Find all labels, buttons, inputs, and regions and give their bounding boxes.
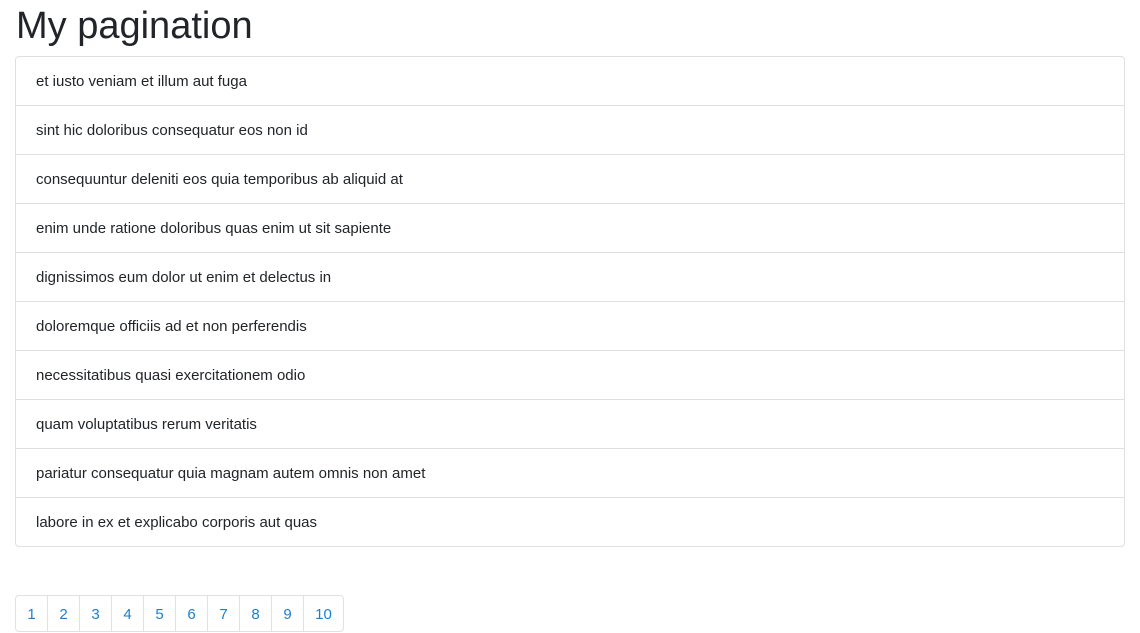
- page-title: My pagination: [16, 5, 253, 47]
- list-item: enim unde ratione doloribus quas enim ut…: [16, 203, 1124, 252]
- list-item: consequuntur deleniti eos quia temporibu…: [16, 154, 1124, 203]
- list-item: quam voluptatibus rerum veritatis: [16, 399, 1124, 448]
- page-link-4[interactable]: 4: [111, 595, 144, 632]
- page-link-1[interactable]: 1: [15, 595, 48, 632]
- page-item: 5: [143, 595, 176, 632]
- page-item: 3: [79, 595, 112, 632]
- page-item: 7: [207, 595, 240, 632]
- list-item: pariatur consequatur quia magnam autem o…: [16, 448, 1124, 497]
- page-link-5[interactable]: 5: [143, 595, 176, 632]
- list-item: et iusto veniam et illum aut fuga: [36, 73, 247, 90]
- page-item: 2: [47, 595, 80, 632]
- list-item: sint hic doloribus consequatur eos non i…: [16, 105, 1124, 154]
- page-link-7[interactable]: 7: [207, 595, 240, 632]
- page-link-8[interactable]: 8: [239, 595, 272, 632]
- page-item: 6: [175, 595, 208, 632]
- page-link-6[interactable]: 6: [175, 595, 208, 632]
- page-link-2[interactable]: 2: [47, 595, 80, 632]
- page-item: 10: [303, 595, 344, 632]
- post-list: et iusto veniam et illum aut fuga sint h…: [15, 56, 1125, 547]
- page-link-3[interactable]: 3: [79, 595, 112, 632]
- page-link-9[interactable]: 9: [271, 595, 304, 632]
- page-item: 9: [271, 595, 304, 632]
- list-item: labore in ex et explicabo corporis aut q…: [16, 497, 1124, 546]
- page-item: 4: [111, 595, 144, 632]
- list-item: doloremque officiis ad et non perferendi…: [16, 301, 1124, 350]
- page-item: 8: [239, 595, 272, 632]
- pagination: 1 2 3 4 5 6 7 8 9 10: [15, 595, 344, 632]
- list-item: dignissimos eum dolor ut enim et delectu…: [16, 252, 1124, 301]
- page-item: 1: [15, 595, 48, 632]
- page-link-10[interactable]: 10: [303, 595, 344, 632]
- list-item: necessitatibus quasi exercitationem odio: [16, 350, 1124, 399]
